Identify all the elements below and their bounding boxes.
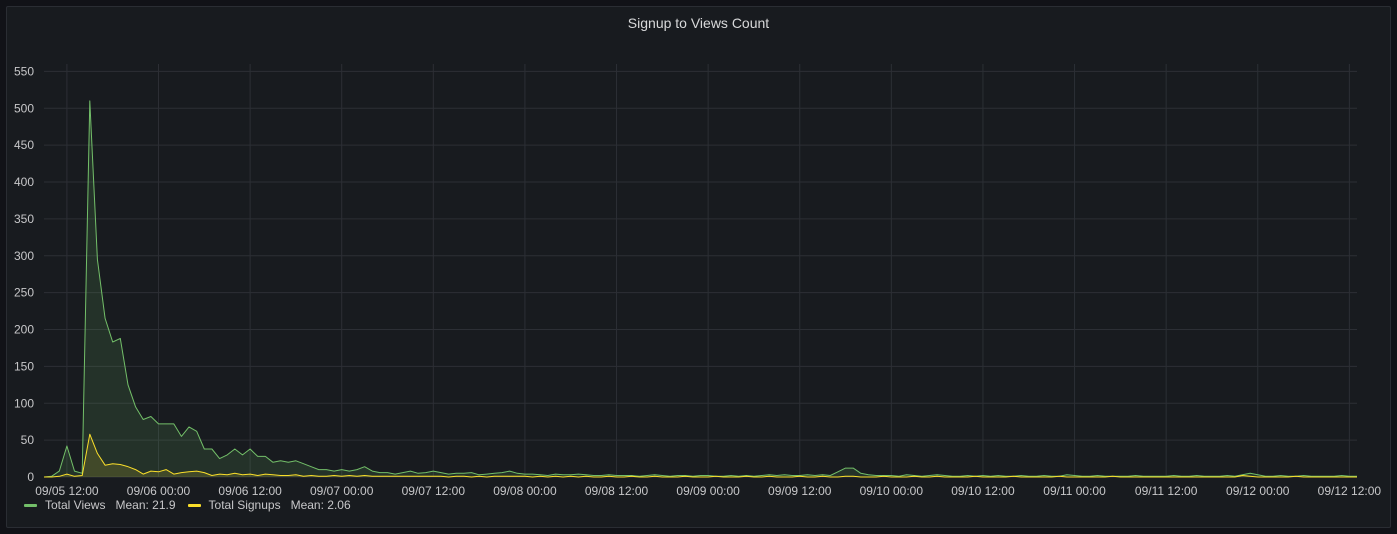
y-tick-label: 450 xyxy=(14,138,34,152)
y-axis: 0 50 100 150 200 250 300 350 400 450 500 550 xyxy=(14,64,34,484)
legend-label-total-views: Total Views xyxy=(45,498,106,512)
x-tick-label: 09/11 00:00 xyxy=(1043,484,1106,498)
legend-mean-total-views: Mean: 21.9 xyxy=(115,498,176,512)
grid xyxy=(44,64,1357,478)
legend-mean-total-signups: Mean: 2.06 xyxy=(290,498,351,512)
y-tick-label: 350 xyxy=(14,212,34,226)
series-area-total-views xyxy=(44,100,1357,478)
legend-swatch-total-views xyxy=(24,503,37,507)
y-tick-label: 250 xyxy=(14,286,34,300)
y-tick-label: 50 xyxy=(21,433,35,447)
legend-swatch-total-signups xyxy=(187,503,201,507)
x-tick-label: 09/10 00:00 xyxy=(860,484,924,498)
y-tick-label: 150 xyxy=(14,359,34,373)
x-tick-label: 09/12 00:00 xyxy=(1226,484,1290,498)
x-tick-label: 09/11 12:00 xyxy=(1135,484,1198,498)
series-lines xyxy=(43,100,1357,478)
y-tick-label: 200 xyxy=(14,323,34,337)
legend: Total Views Mean: 21.9 Total Signups Mea… xyxy=(24,498,363,512)
x-tick-label: 09/08 00:00 xyxy=(493,484,557,498)
y-tick-label: 500 xyxy=(14,101,34,115)
x-tick-label: 09/07 12:00 xyxy=(402,484,466,498)
x-tick-label: 09/08 12:00 xyxy=(585,484,649,498)
y-tick-label: 400 xyxy=(14,175,34,189)
x-tick-label: 09/10 12:00 xyxy=(951,484,1015,498)
x-tick-label: 09/12 12:00 xyxy=(1318,484,1382,498)
x-axis: 09/05 12:00 09/06 00:00 09/06 12:00 09/07 0… xyxy=(35,484,1381,498)
x-tick-label: 09/07 00:00 xyxy=(310,484,374,498)
x-tick-label: 09/05 12:00 xyxy=(35,484,99,498)
legend-label-total-signups: Total Signups xyxy=(208,498,281,512)
y-tick-label: 0 xyxy=(27,470,34,484)
y-tick-label: 300 xyxy=(14,249,34,263)
x-tick-label: 09/09 00:00 xyxy=(676,484,740,498)
y-tick-label: 100 xyxy=(14,396,34,410)
x-tick-label: 09/09 12:00 xyxy=(768,484,832,498)
legend-item-total-views[interactable]: Total Views Mean: 21.9 xyxy=(24,498,176,512)
y-tick-label: 550 xyxy=(14,64,34,78)
x-tick-label: 09/06 12:00 xyxy=(218,484,282,498)
x-tick-label: 09/06 00:00 xyxy=(127,484,191,498)
chart-svg[interactable]: 0 50 100 150 200 250 300 350 400 450 500 550 09/05 … xyxy=(0,0,1397,534)
series-line-total-views[interactable] xyxy=(43,100,1357,478)
legend-item-total-signups[interactable]: Total Signups Mean: 2.06 xyxy=(187,498,351,512)
series-areas xyxy=(44,100,1357,478)
